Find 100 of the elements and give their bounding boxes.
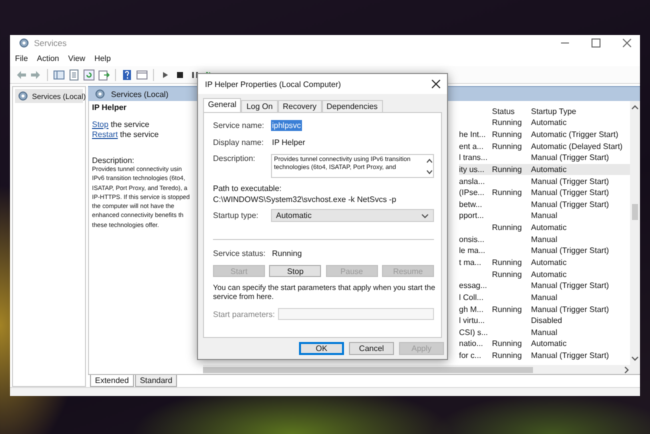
table-cell-text: Running	[492, 270, 523, 279]
view-icon[interactable]	[136, 68, 148, 80]
table-cell-text: (IPse...	[459, 188, 486, 198]
display-name-value: IP Helper	[271, 137, 306, 148]
startup-type-dropdown[interactable]: Automatic	[271, 209, 434, 222]
table-cell-text: Manual (Trigger Start)	[531, 200, 610, 209]
table-cell-text: Running	[492, 164, 523, 174]
action-text: Stop the service	[92, 120, 150, 130]
table-cell-text: Automatic	[531, 118, 568, 128]
field-label: Startup type:	[213, 211, 260, 220]
table-cell-text: Manual (Trigger Start)	[531, 153, 610, 162]
table-cell-text: CSI) s...	[459, 328, 489, 337]
table-cell-text: ity us...	[459, 164, 486, 174]
table-cell-text: gh M...	[459, 304, 484, 314]
table-cell-text: Automatic	[531, 339, 568, 348]
horizontal-scrollbar[interactable]	[203, 365, 630, 374]
dialog-tab[interactable]: Log On	[241, 100, 278, 112]
list-row[interactable]: pport... Manual	[459, 210, 630, 222]
column-header[interactable]: Startup Type	[531, 107, 630, 116]
console-tree-icon[interactable]	[53, 68, 65, 80]
view-tab[interactable]: Extended	[90, 375, 134, 387]
help-icon[interactable]	[121, 68, 133, 80]
dialog-tab[interactable]: General	[203, 98, 242, 112]
list-row[interactable]: gh M... Running Manual (Trigger Start)	[459, 303, 630, 315]
table-cell-text: le ma...	[459, 246, 486, 256]
table-cell-text: Manual	[531, 328, 558, 337]
service-action-link[interactable]: Stop	[92, 120, 108, 129]
table-cell-text: t ma...	[459, 258, 482, 267]
menu-item[interactable]: Action	[36, 54, 60, 63]
export-icon[interactable]	[98, 68, 110, 80]
scrollbar-thumb[interactable]	[632, 204, 638, 220]
list-row[interactable]: le ma... Manual (Trigger Start)	[459, 245, 630, 257]
table-cell-text: ent a...	[459, 142, 484, 151]
menu-item[interactable]: Help	[94, 54, 111, 63]
service-action-link[interactable]: Restart	[92, 130, 118, 138]
window-title: Services	[34, 38, 67, 48]
scroll-right-icon[interactable]	[622, 366, 630, 374]
field-label: Display name:	[213, 138, 265, 147]
table-cell-text: Running	[492, 223, 523, 232]
list-row[interactable]: CSI) s... Manual	[459, 326, 630, 338]
dialog-button[interactable]: Cancel	[349, 342, 394, 355]
table-cell-text: Running	[492, 130, 523, 139]
list-row[interactable]: onsis... Manual	[459, 233, 630, 246]
list-row[interactable]: he Int... Running Automatic (Trigger Start)	[459, 128, 630, 140]
table-cell-text: Manual	[531, 292, 558, 302]
list-row[interactable]: (IPse... Running Manual (Trigger Start)	[459, 186, 630, 198]
scroll-up-icon[interactable]	[426, 158, 432, 164]
close-icon[interactable]	[431, 79, 441, 89]
table-cell-text: Automatic (Trigger Start)	[531, 130, 620, 139]
table-cell-text: Manual (Trigger Start)	[531, 304, 610, 314]
list-row[interactable]: l virtu... Disabled	[459, 314, 630, 327]
table-cell-text: pport...	[459, 211, 485, 220]
menu-item[interactable]: View	[68, 54, 86, 63]
properties-icon[interactable]	[68, 68, 80, 80]
table-cell-text: essag...	[459, 281, 488, 290]
service-control-button[interactable]: Stop	[269, 265, 322, 277]
list-row[interactable]: natio... Running Automatic	[459, 338, 630, 350]
list-row[interactable]: essag... Manual (Trigger Start)	[459, 280, 630, 292]
list-row[interactable]: for c... Running Manual (Trigger Start)	[459, 350, 630, 362]
list-row[interactable]: betw... Manual (Trigger Start)	[459, 198, 630, 210]
list-row[interactable]: ity us... Running Automatic	[459, 164, 630, 176]
table-cell-text: Manual (Trigger Start)	[531, 188, 610, 198]
scrollbar-thumb[interactable]	[203, 366, 533, 372]
table-cell-text: Disabled	[531, 316, 564, 326]
field-label: Description:	[213, 154, 256, 163]
list-row[interactable]: Running Automatic	[459, 222, 630, 234]
dialog-button[interactable]: OK	[299, 342, 344, 355]
column-header[interactable]: Status	[492, 107, 531, 116]
scroll-down-icon[interactable]	[426, 168, 432, 174]
table-cell-text: Manual (Trigger Start)	[531, 246, 610, 256]
list-row[interactable]: ent a... Running Automatic (Delayed Start)	[459, 140, 630, 152]
table-cell-text: Automatic	[531, 164, 568, 174]
view-tab[interactable]: Standard	[134, 375, 178, 387]
table-cell-text: for c...	[459, 351, 482, 360]
maximize-icon[interactable]	[591, 38, 601, 48]
dialog-tab[interactable]: Recovery	[278, 100, 322, 112]
list-row[interactable]: l Coll... Manual	[459, 292, 630, 304]
list-row[interactable]: t ma... Running Automatic	[459, 256, 630, 268]
menu-item[interactable]: File	[15, 54, 28, 63]
scroll-up-icon[interactable]	[631, 104, 639, 112]
table-cell-text: betw...	[459, 200, 484, 209]
table-cell-text: Running	[492, 304, 523, 314]
dialog-title: IP Helper Properties (Local Computer)	[205, 80, 341, 88]
vertical-scrollbar[interactable]	[630, 101, 640, 374]
scroll-down-icon[interactable]	[631, 354, 639, 362]
list-row[interactable]: l trans... Manual (Trigger Start)	[459, 152, 630, 164]
field-label: Service status:	[213, 249, 266, 258]
table-cell-text: Automatic	[531, 223, 568, 232]
table-cell-text: Running	[492, 351, 523, 360]
field-label: Service name:	[213, 121, 266, 130]
table-cell-text: onsis...	[459, 234, 486, 244]
refresh-icon[interactable]	[83, 68, 95, 80]
list-row[interactable]: ansla... Manual (Trigger Start)	[459, 175, 630, 187]
list-row[interactable]: Running Automatic	[459, 268, 630, 280]
table-cell-text: ansla...	[459, 176, 486, 186]
service-name-field[interactable]: iphlpsvc	[271, 120, 302, 131]
table-cell-text: Automatic	[531, 258, 568, 267]
list-row[interactable]: Running Automatic	[459, 117, 630, 129]
action-text: Restart the service	[92, 130, 160, 139]
dialog-tab[interactable]: Dependencies	[322, 100, 383, 112]
